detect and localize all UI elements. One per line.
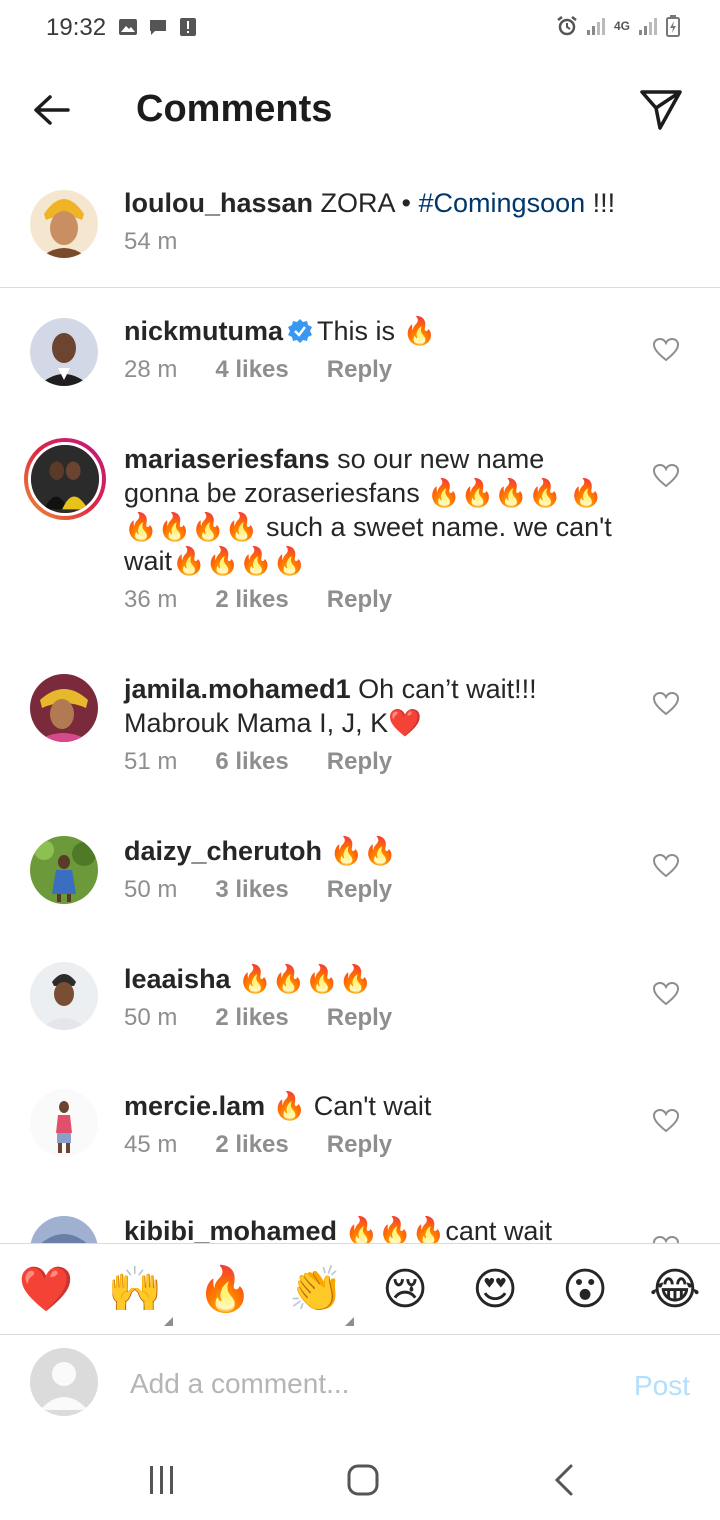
post-caption: loulou_hassan ZORA • #Comingsoon !!! 54 … — [0, 162, 720, 288]
reply-button[interactable]: Reply — [327, 748, 392, 776]
comment-username[interactable]: kibibi_mohamed — [124, 1216, 337, 1243]
home-icon[interactable] — [343, 1460, 383, 1500]
comment-item: nickmutuma This is 🔥 28 m 4 likes Reply — [0, 288, 720, 416]
header: Comments — [0, 58, 720, 162]
comment-text: 🔥🔥 — [322, 836, 397, 866]
comment-username[interactable]: nickmutuma — [124, 316, 283, 346]
heart-icon[interactable] — [652, 462, 680, 490]
comment-text: This is 🔥 — [317, 316, 437, 346]
avatar[interactable] — [30, 836, 98, 904]
likes-count[interactable]: 3 likes — [215, 876, 288, 904]
reply-button[interactable]: Reply — [327, 1131, 392, 1159]
network-type-label: 4G — [613, 19, 630, 33]
heart-icon[interactable] — [652, 690, 680, 718]
skin-tone-indicator-icon — [164, 1317, 173, 1326]
comment-time: 51 m — [124, 748, 178, 775]
emoji-quick-bar: ❤️ 🙌 🔥 👏 😢 😍 😮 😂 — [0, 1243, 720, 1335]
comment-item: leaaisha 🔥🔥🔥🔥 50 m 2 likes Reply — [0, 936, 720, 1063]
status-bar: 19:32 4G — [0, 0, 720, 58]
signal-icon — [639, 18, 657, 35]
signal-icon — [586, 18, 605, 35]
comment-item: jamila.mohamed1 Oh can’t wait!!! Mabrouk… — [0, 648, 720, 808]
comment-text: 🔥🔥🔥🔥 — [230, 964, 373, 994]
battery-icon — [666, 15, 680, 37]
comment-username[interactable]: leaaisha — [124, 964, 231, 994]
comment-username[interactable]: mercie.lam — [124, 1091, 265, 1121]
alert-icon — [180, 18, 196, 36]
avatar[interactable] — [30, 1216, 98, 1243]
caption-body: ZORA • — [313, 188, 419, 218]
heart-icon[interactable] — [652, 980, 680, 1008]
likes-count[interactable]: 2 likes — [215, 1004, 288, 1032]
comment-item: mariaseriesfans so our new name gonna be… — [0, 416, 720, 648]
emoji-surprised-button[interactable]: 😮 — [557, 1264, 613, 1316]
comment-time: 50 m — [124, 876, 178, 903]
comment-composer: Post — [0, 1336, 720, 1436]
recents-icon[interactable] — [142, 1460, 182, 1500]
comment-item: kibibi_mohamed 🔥🔥🔥cant wait — [0, 1190, 720, 1243]
reply-button[interactable]: Reply — [327, 876, 392, 904]
heart-icon[interactable] — [652, 852, 680, 880]
emoji-raised-hands-button[interactable]: 🙌 — [107, 1264, 173, 1326]
comment-input[interactable] — [130, 1360, 580, 1408]
alarm-icon — [557, 16, 577, 36]
comments-list[interactable]: nickmutuma This is 🔥 28 m 4 likes Reply mar… — [0, 288, 720, 1243]
system-nav-bar — [0, 1436, 720, 1520]
likes-count[interactable]: 2 likes — [215, 586, 288, 614]
reply-button[interactable]: Reply — [327, 586, 392, 614]
avatar — [30, 1348, 98, 1416]
verified-badge-icon — [288, 319, 313, 343]
comment-item: daizy_cherutoh 🔥🔥 50 m 3 likes Reply — [0, 808, 720, 936]
comment-text: 🔥🔥🔥cant wait — [337, 1216, 552, 1243]
post-button[interactable]: Post — [634, 1370, 690, 1402]
reply-button[interactable]: Reply — [327, 1004, 392, 1032]
status-time: 19:32 — [46, 14, 107, 41]
comment-username[interactable]: jamila.mohamed1 — [124, 674, 351, 704]
avatar[interactable] — [30, 318, 98, 386]
avatar[interactable] — [30, 674, 98, 742]
heart-icon[interactable] — [652, 336, 680, 364]
caption-hashtag[interactable]: #Comingsoon — [419, 188, 586, 218]
emoji-heart-eyes-button[interactable]: 😍 — [467, 1264, 523, 1316]
likes-count[interactable]: 4 likes — [215, 356, 288, 384]
comment-time: 50 m — [124, 1004, 178, 1031]
paper-plane-icon[interactable] — [638, 86, 684, 132]
emoji-clap-button[interactable]: 👏 — [288, 1264, 354, 1326]
emoji-heart-button[interactable]: ❤️ — [18, 1264, 74, 1316]
avatar[interactable] — [30, 1089, 98, 1157]
comment-time: 36 m — [124, 586, 178, 613]
arrow-left-icon[interactable] — [28, 86, 76, 134]
emoji-raised-hands-label: 🙌 — [107, 1265, 163, 1314]
back-icon[interactable] — [545, 1460, 585, 1500]
page-title: Comments — [136, 88, 333, 130]
image-icon — [119, 19, 137, 35]
comment-username[interactable]: mariaseriesfans — [124, 444, 330, 474]
likes-count[interactable]: 2 likes — [215, 1131, 288, 1159]
reply-button[interactable]: Reply — [327, 356, 392, 384]
status-notification-icons — [118, 17, 198, 37]
heart-icon[interactable] — [652, 1234, 680, 1243]
emoji-laughing-button[interactable]: 😂 — [647, 1264, 703, 1316]
emoji-crying-button[interactable]: 😢 — [377, 1264, 433, 1316]
comment-time: 28 m — [124, 356, 178, 383]
emoji-fire-button[interactable]: 🔥 — [197, 1264, 253, 1316]
heart-icon[interactable] — [652, 1107, 680, 1135]
comment-text: 🔥 Can't wait — [265, 1091, 432, 1121]
caption-suffix: !!! — [585, 188, 616, 218]
avatar[interactable] — [30, 190, 98, 258]
comment-username[interactable]: daizy_cherutoh — [124, 836, 322, 866]
avatar[interactable] — [30, 962, 98, 1030]
caption-text: loulou_hassan ZORA • #Comingsoon !!! — [124, 186, 684, 220]
avatar[interactable] — [24, 438, 106, 520]
likes-count[interactable]: 6 likes — [215, 748, 288, 776]
caption-username[interactable]: loulou_hassan — [124, 188, 313, 218]
comment-time: 45 m — [124, 1131, 178, 1158]
comment-item: mercie.lam 🔥 Can't wait 45 m 2 likes Reply — [0, 1063, 720, 1190]
chat-icon — [150, 20, 166, 35]
status-system-icons: 4G — [556, 15, 680, 37]
emoji-clap-label: 👏 — [288, 1265, 344, 1314]
skin-tone-indicator-icon — [345, 1317, 354, 1326]
comment-time: 54 m — [124, 228, 178, 255]
